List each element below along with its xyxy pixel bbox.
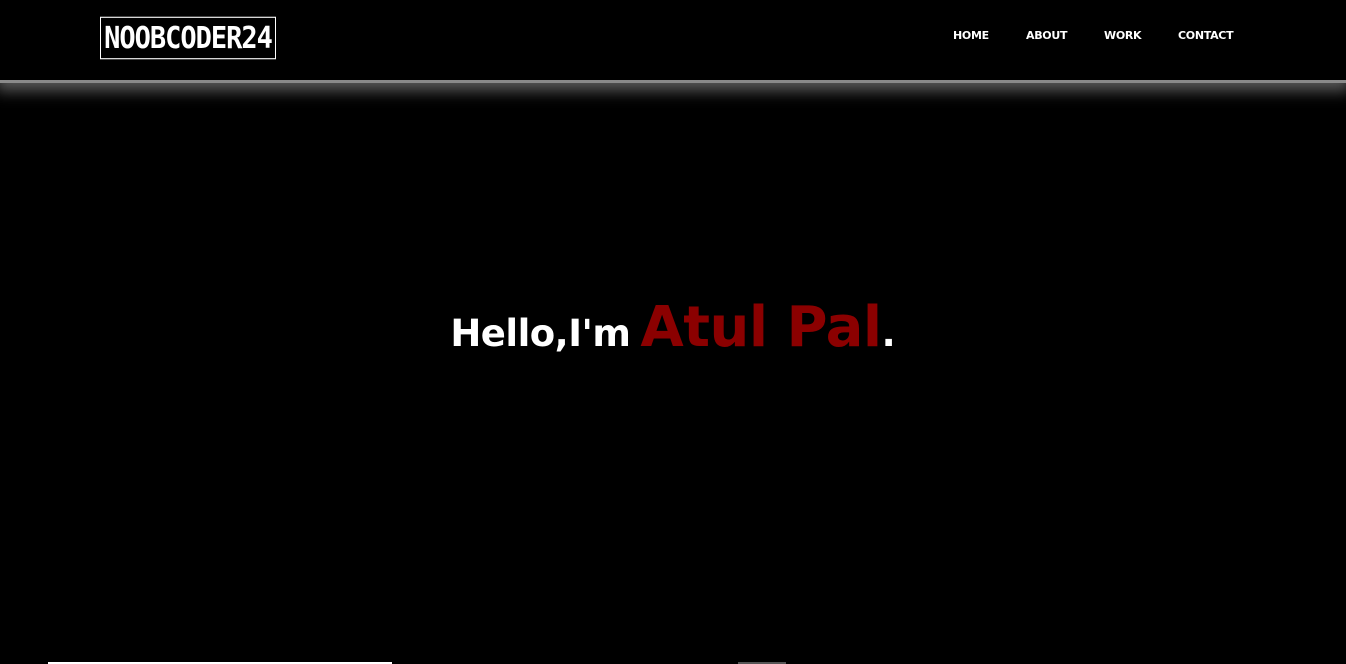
nav-link-about[interactable]: ABOUT bbox=[1026, 28, 1067, 44]
nav-link-home[interactable]: HOME bbox=[953, 28, 989, 44]
main-nav: HOME ABOUT WORK CONTACT bbox=[0, 28, 1346, 48]
nav-link-work[interactable]: WORK bbox=[1104, 28, 1142, 44]
portfolio-page: NOOBCODER24 HOME ABOUT WORK CONTACT Hell… bbox=[0, 0, 1346, 664]
hero-heading: Hello,I'm Atul Pal. bbox=[0, 295, 1346, 360]
nav-link-contact[interactable]: CONTACT bbox=[1178, 28, 1234, 44]
top-navbar: NOOBCODER24 HOME ABOUT WORK CONTACT bbox=[0, 0, 1346, 83]
hero-punctuation: . bbox=[881, 312, 896, 355]
hero-name: Atul Pal bbox=[640, 295, 882, 360]
hero-greeting: Hello,I'm bbox=[450, 312, 631, 355]
